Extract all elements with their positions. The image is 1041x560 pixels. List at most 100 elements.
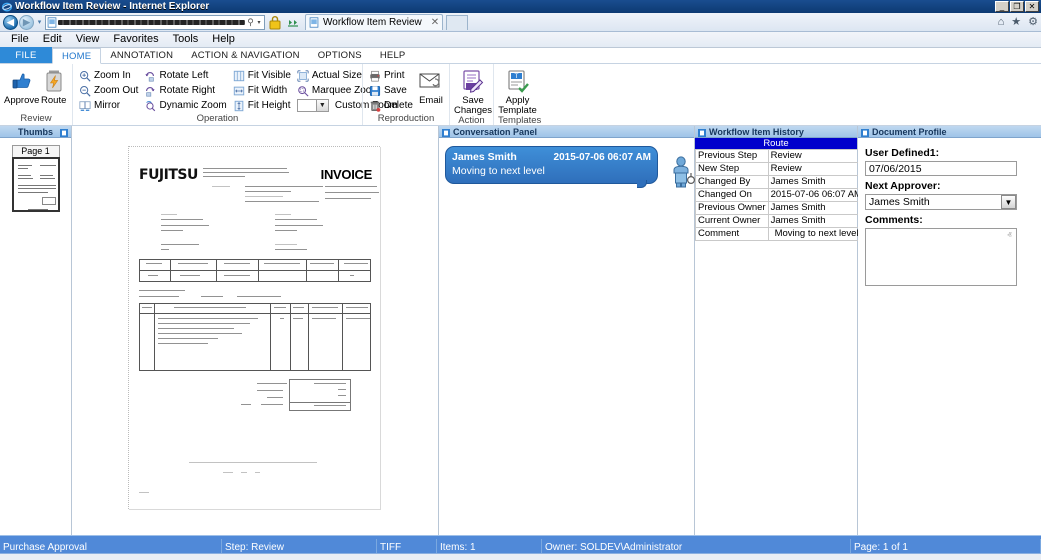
save-button[interactable]: Save [367,83,417,98]
url-input[interactable]: ⚲ ▾ [45,15,265,30]
window-title: Workflow Item Review - Internet Explorer [15,1,209,12]
row-value: Review [768,163,864,176]
user-defined1-field[interactable]: 07/06/2015 [865,161,1017,176]
battery-bolt-icon [41,68,67,94]
window-titlebar: Workflow Item Review - Internet Explorer… [0,0,1041,13]
row-value: Review [768,150,864,163]
fit-visible-icon [233,70,245,82]
scroll-up-icon[interactable]: ⱏ [1007,230,1011,241]
comments-textarea[interactable]: ⱏ ⱟ [865,228,1017,286]
fit-height-label: Fit Height [248,100,291,111]
thumbnail-page-1[interactable]: Page 1 [12,145,60,212]
approve-label: Approve [4,96,39,106]
email-button[interactable]: Email [417,66,445,106]
panel-pin-icon[interactable] [861,128,869,136]
fit-visible-label: Fit Visible [248,70,291,81]
invoice-terms-table [139,259,371,282]
menu-item-edit[interactable]: Edit [36,32,69,47]
zoom-in-icon [79,70,91,82]
back-button[interactable]: ◀ [3,15,18,30]
bubble-tail [637,180,647,188]
document-page: FUJITSU INVOICE [128,146,380,509]
ribbon-tabstrip: FILE HOME ANNOTATION ACTION & NAVIGATION… [0,48,1041,64]
tab-options[interactable]: OPTIONS [309,47,371,63]
message-author: James Smith [452,151,517,163]
forward-button[interactable]: ▶ [19,15,34,30]
zoom-in-button[interactable]: Zoom In [77,68,142,83]
menu-item-favorites[interactable]: Favorites [106,32,165,47]
ribbon-group-review-title: Review [4,113,68,125]
table-row: Previous Step Review [696,150,865,163]
panel-pin-icon[interactable] [60,128,68,136]
chevron-down-icon: ▼ [1001,195,1016,209]
email-label: Email [419,96,443,106]
close-button[interactable]: ✕ [1025,1,1039,12]
delete-button[interactable]: Delete [367,98,417,113]
apply-template-button[interactable]: T Apply Template [498,66,537,115]
custom-zoom-dropdown[interactable]: ▼ [297,99,329,112]
approve-button[interactable]: Approve [4,66,39,106]
tab-annotation[interactable]: ANNOTATION [101,47,182,63]
tab-file[interactable]: FILE [0,47,52,63]
browser-tab[interactable]: Workflow Item Review ✕ [305,14,443,30]
conversation-message[interactable]: James Smith 2015-07-06 06:07 AM Moving t… [445,146,694,184]
status-bar: Purchase Approval Step: Review TIFF Item… [0,535,1041,560]
rotate-left-label: Rotate Left [159,70,208,81]
fit-width-button[interactable]: Fit Width [231,83,295,98]
thumbs-panel-header: Thumbs [0,126,71,138]
lock-icon[interactable] [267,15,283,30]
comments-scrollbar[interactable]: ⱏ ⱟ [1003,229,1016,285]
user-defined1-label: User Defined1: [865,147,1034,159]
panel-pin-icon[interactable] [442,128,450,136]
rotate-right-icon [144,85,156,97]
message-timestamp: 2015-07-06 06:07 AM [554,152,651,163]
comments-label: Comments: [865,214,1034,226]
tab-action-navigation[interactable]: ACTION & NAVIGATION [182,47,309,63]
print-label: Print [384,70,405,81]
favorites-icon[interactable]: ★ [1011,15,1021,28]
url-text-redacted [58,20,245,25]
close-icon[interactable]: ✕ [425,17,439,28]
actual-size-label: Actual Size [312,70,362,81]
fit-width-label: Fit Width [248,85,287,96]
dynamic-zoom-button[interactable]: Dynamic Zoom [142,98,230,113]
mirror-label: Mirror [94,100,120,111]
rotate-right-button[interactable]: Rotate Right [142,83,230,98]
zoom-out-button[interactable]: Zoom Out [77,83,142,98]
ribbon-group-review: Approve Route Review [0,64,72,125]
tab-home[interactable]: HOME [52,48,101,64]
menu-item-file[interactable]: File [4,32,36,47]
rotate-right-label: Rotate Right [159,85,215,96]
recent-pages-button[interactable]: ▾ [35,18,44,26]
table-row: Comment Moving to next level [696,228,865,241]
menu-item-view[interactable]: View [69,32,107,47]
ribbon-group-action: Save Changes Action [449,64,493,125]
menu-item-tools[interactable]: Tools [166,32,206,47]
route-button[interactable]: Route [39,66,68,106]
window-controls: _ ❐ ✕ [995,1,1039,12]
rotate-left-button[interactable]: Rotate Left [142,68,230,83]
fit-width-icon [233,85,245,97]
print-button[interactable]: Print [367,68,417,83]
save-changes-button[interactable]: Save Changes [454,66,492,115]
thumbnail-caption: Page 1 [12,145,60,157]
fit-height-button[interactable]: Fit Height [231,98,295,113]
tab-help[interactable]: HELP [371,47,415,63]
tools-gear-icon[interactable]: ⚙ [1028,15,1038,28]
ribbon-group-operation-title: Operation [77,113,358,125]
next-approver-select[interactable]: James Smith ▼ [865,194,1017,210]
menu-item-help[interactable]: Help [205,32,242,47]
operation-column-3: Fit Visible Fit Width Fit Height [231,66,295,113]
chevron-down-icon[interactable]: ▾ [255,19,263,26]
restore-button[interactable]: ❐ [1010,1,1024,12]
new-tab-button[interactable] [446,15,468,30]
mirror-button[interactable]: Mirror [77,98,142,113]
document-viewer[interactable]: FUJITSU INVOICE [72,126,439,535]
chevron-down-icon: ▼ [316,100,328,111]
minimize-button[interactable]: _ [995,1,1009,12]
compatibility-view-icon[interactable] [285,15,301,30]
panel-pin-icon[interactable] [698,128,706,136]
home-icon[interactable]: ⌂ [998,16,1005,28]
search-icon[interactable]: ⚲ [246,17,255,28]
fit-visible-button[interactable]: Fit Visible [231,68,295,83]
